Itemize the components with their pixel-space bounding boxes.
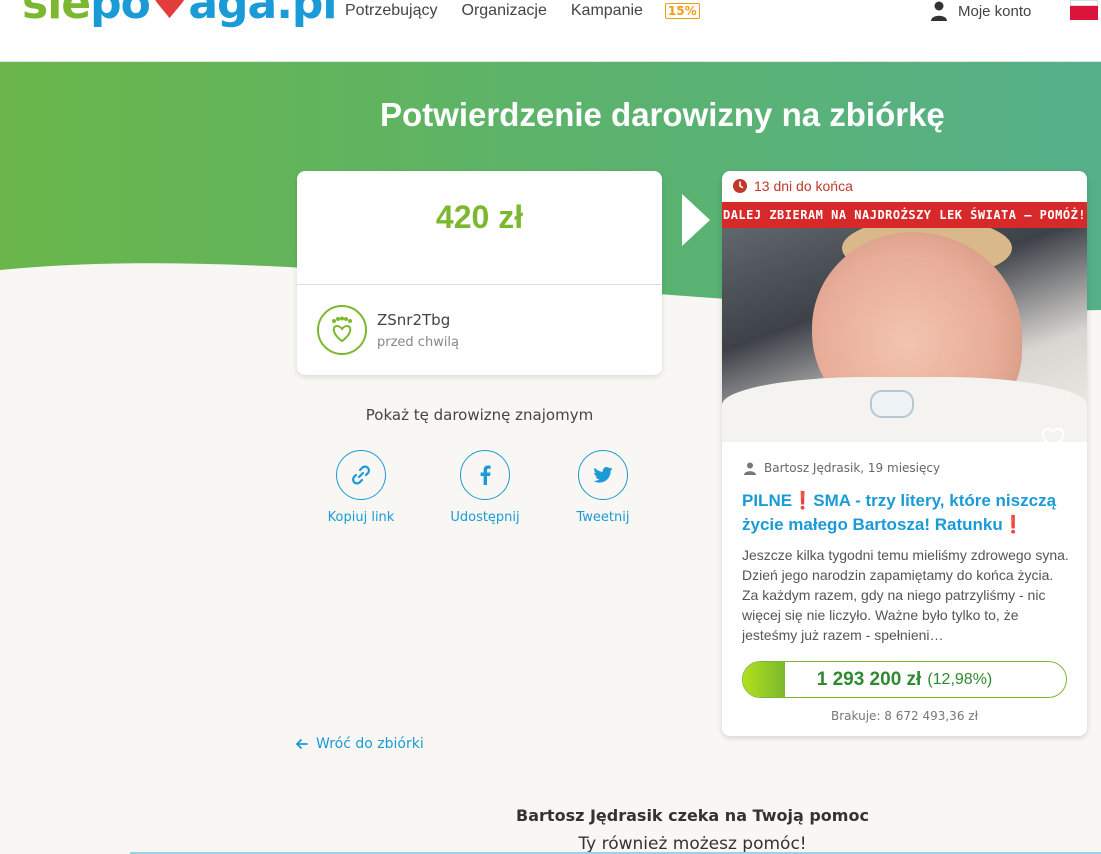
polish-flag-icon[interactable]	[1070, 0, 1098, 20]
user-icon	[931, 1, 947, 21]
raised-percent: (12,98%)	[927, 670, 993, 688]
divider	[297, 284, 662, 285]
copy-link-label: Kopiuj link	[327, 510, 395, 525]
missing-amount: Brakuje: 8 672 493,36 zł	[831, 709, 978, 723]
campaign-banner: DALEJ ZBIERAM NA NAJDROŻSZY LEK ŚWIATA –…	[722, 202, 1087, 228]
campaign-deadline: 13 dni do końca	[732, 178, 853, 194]
fundraising-progress-bar: 1 293 200 zł (12,98%)	[742, 661, 1067, 698]
arrow-left-icon	[296, 739, 308, 749]
photo-detail	[870, 390, 914, 418]
copy-link-button[interactable]: Kopiuj link	[311, 450, 411, 525]
account-label: Moje konto	[958, 2, 1032, 20]
deadline-text: 13 dni do końca	[754, 178, 853, 194]
tweet-label: Tweetnij	[576, 510, 630, 525]
clock-icon	[733, 179, 747, 193]
campaign-author: Bartosz Jędrasik, 19 miesięcy	[744, 461, 940, 475]
site-logo[interactable]: siepo♥aga.pl	[22, 0, 337, 26]
one-and-half-percent-badge[interactable]: 15%	[664, 3, 700, 19]
campaign-card[interactable]: 13 dni do końca DALEJ ZBIERAM NA NAJDROŻ…	[722, 171, 1087, 736]
facebook-icon	[480, 465, 491, 485]
donor-avatar	[317, 305, 367, 355]
user-icon	[744, 462, 756, 475]
donation-time: przed chwilą	[377, 335, 460, 350]
campaign-description: Jeszcze kilka tygodni temu mieliśmy zdro…	[742, 547, 1069, 643]
campaign-photo[interactable]: DALEJ ZBIERAM NA NAJDROŻSZY LEK ŚWIATA –…	[722, 202, 1087, 442]
help-subheading: Ty również możesz pomóc!	[578, 834, 807, 854]
donor-name: ZSnr2Tbg	[377, 311, 451, 329]
main-nav: Potrzebujący Organizacje Kampanie 15%	[345, 0, 700, 22]
donation-card: 420 zł ZSnr2Tbg przed chwilą	[297, 171, 662, 375]
nav-item-potrzebujacy[interactable]: Potrzebujący	[345, 2, 438, 20]
back-to-campaign-link[interactable]: Wróć do zbiórki	[296, 736, 424, 752]
nav-item-kampanie[interactable]: Kampanie	[571, 2, 643, 20]
link-icon	[352, 465, 370, 485]
help-heading: Bartosz Jędrasik czeka na Twoją pomoc	[516, 806, 869, 825]
page-title: Potwierdzenie darowizny na zbiórkę	[380, 96, 945, 133]
raised-amount: 1 293 200 zł	[816, 668, 922, 690]
tweet-button[interactable]: Tweetnij	[553, 450, 653, 525]
share-heading: Pokaż tę darowiznę znajomym	[365, 406, 594, 424]
campaign-title[interactable]: PILNE❗SMA - trzy litery, które niszczą ż…	[742, 489, 1072, 537]
facebook-share-label: Udostępnij	[450, 510, 520, 525]
twitter-icon	[593, 467, 613, 483]
heart-hands-icon	[332, 316, 352, 343]
top-navigation: siepo♥aga.pl Potrzebujący Organizacje Ka…	[0, 0, 1101, 62]
account-link[interactable]: Moje konto	[930, 0, 1031, 22]
nav-item-organizacje[interactable]: Organizacje	[462, 2, 547, 20]
arrow-right-icon	[682, 194, 710, 246]
facebook-share-button[interactable]: Udostępnij	[435, 450, 535, 525]
favorite-heart-icon[interactable]	[1040, 426, 1066, 442]
donation-amount: 420 zł	[435, 199, 524, 235]
back-link-label: Wróć do zbiórki	[316, 736, 424, 752]
author-text: Bartosz Jędrasik, 19 miesięcy	[764, 461, 941, 475]
